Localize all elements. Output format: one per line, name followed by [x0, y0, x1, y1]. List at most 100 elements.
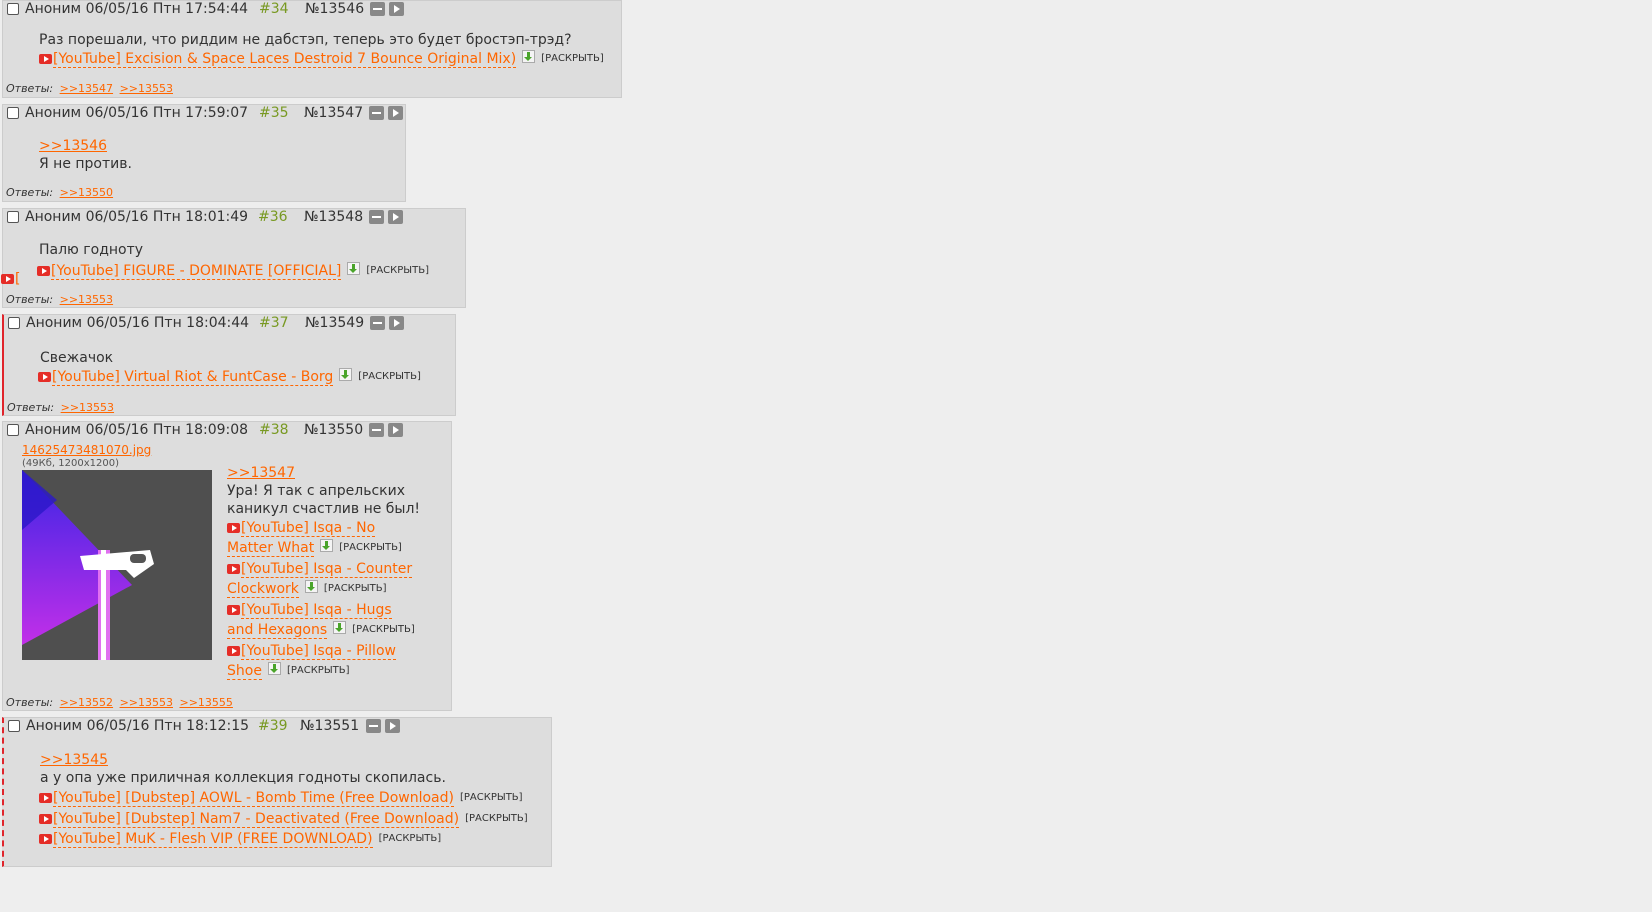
youtube-title[interactable]: [YouTube] Isqa - Pillow	[241, 643, 396, 660]
play-icon[interactable]	[389, 2, 404, 16]
post-id[interactable]: №13549	[305, 315, 364, 331]
play-icon[interactable]	[388, 106, 403, 120]
post-header: Аноним 06/05/16 Птн 18:12:15 #39 №13551	[4, 718, 551, 738]
download-icon[interactable]	[339, 368, 353, 381]
download-icon[interactable]	[320, 539, 334, 552]
hide-icon[interactable]	[369, 210, 384, 224]
quote-link[interactable]: >>13547	[227, 464, 295, 482]
youtube-title[interactable]: [YouTube] Isqa - No	[241, 520, 376, 537]
select-checkbox[interactable]	[8, 317, 20, 329]
play-icon[interactable]	[388, 423, 403, 437]
youtube-title-cont[interactable]: Shoe	[227, 663, 262, 680]
youtube-title[interactable]: [YouTube] Isqa - Hugs	[241, 602, 392, 619]
youtube-title[interactable]: [YouTube] Isqa - Counter	[241, 561, 413, 578]
expand-button[interactable]: [РАСКРЫТЬ]	[366, 265, 429, 276]
youtube-link[interactable]: [YouTube] Excision & Space Laces Destroi…	[39, 49, 604, 69]
post-datetime: 06/05/16 Птн 18:04:44	[86, 315, 250, 331]
poster-name: Аноним 06/05/16 Птн 18:04:44	[26, 315, 250, 331]
post-number[interactable]: #36	[258, 209, 288, 225]
post-13550: Аноним 06/05/16 Птн 18:09:08 #38 №13550 …	[2, 421, 452, 711]
youtube-fragment[interactable]: [	[15, 271, 20, 287]
post-header: Аноним 06/05/16 Птн 17:54:44 #34 №13546	[3, 1, 621, 21]
post-number[interactable]: #39	[258, 718, 288, 734]
youtube-link[interactable]: [YouTube] Isqa - Counter Clockwork [РАСКР…	[227, 559, 417, 599]
post-message-line: Ура! Я так с апрельских	[227, 483, 405, 499]
post-number[interactable]: #37	[259, 315, 289, 331]
post-id[interactable]: №13546	[305, 1, 364, 17]
download-icon[interactable]	[522, 50, 536, 63]
thumbnail-art	[22, 470, 154, 660]
youtube-title-cont[interactable]: and Hexagons	[227, 622, 328, 639]
reply-link[interactable]: >>13553	[61, 401, 114, 414]
youtube-icon	[227, 523, 240, 533]
expand-button[interactable]: [РАСКРЫТЬ]	[352, 624, 415, 635]
post-number[interactable]: #35	[259, 105, 289, 121]
youtube-title[interactable]: [YouTube] Virtual Riot & FuntCase - Borg	[52, 369, 334, 386]
quote-link[interactable]: >>13546	[39, 137, 107, 155]
post-number[interactable]: #38	[259, 422, 289, 438]
reply-link[interactable]: >>13550	[60, 186, 113, 199]
youtube-link[interactable]: [YouTube] FIGURE - DOMINATE [OFFICIAL] [Р…	[37, 261, 429, 281]
hide-icon[interactable]	[366, 719, 381, 733]
youtube-link[interactable]: [YouTube] Isqa - No Matter What [РАСКРЫТЬ…	[227, 518, 417, 558]
select-checkbox[interactable]	[7, 211, 19, 223]
youtube-link[interactable]: [YouTube] Virtual Riot & FuntCase - Borg…	[38, 367, 421, 387]
youtube-link[interactable]: [YouTube] MuK - Flesh VIP (FREE DOWNLOAD…	[39, 829, 441, 849]
hide-icon[interactable]	[370, 316, 385, 330]
youtube-link[interactable]: [YouTube] Isqa - Hugs and Hexagons [РАСКР…	[227, 600, 417, 640]
replies-label: Ответы:	[6, 186, 54, 199]
expand-button[interactable]: [РАСКРЫТЬ]	[339, 542, 402, 553]
hide-icon[interactable]	[369, 106, 384, 120]
hide-icon[interactable]	[370, 2, 385, 16]
reply-link[interactable]: >>13547	[60, 82, 113, 95]
poster-name: Аноним 06/05/16 Птн 17:54:44	[25, 1, 249, 17]
play-icon[interactable]	[389, 316, 404, 330]
expand-button[interactable]: [РАСКРЫТЬ]	[287, 665, 350, 676]
youtube-link[interactable]: [YouTube] Isqa - Pillow Shoe [РАСКРЫТЬ]	[227, 641, 417, 681]
reply-link[interactable]: >>13553	[120, 82, 173, 95]
youtube-title[interactable]: [YouTube] MuK - Flesh VIP (FREE DOWNLOAD…	[53, 831, 373, 848]
image-thumbnail[interactable]	[22, 470, 212, 660]
reply-link[interactable]: >>13552	[60, 696, 113, 709]
expand-button[interactable]: [РАСКРЫТЬ]	[379, 833, 442, 844]
expand-button[interactable]: [РАСКРЫТЬ]	[358, 371, 421, 382]
post-id[interactable]: №13551	[300, 718, 359, 734]
replies: Ответы: >>13553	[7, 401, 114, 414]
expand-button[interactable]: [РАСКРЫТЬ]	[460, 792, 523, 803]
poster-name: Аноним 06/05/16 Птн 17:59:07	[25, 105, 249, 121]
download-icon[interactable]	[304, 580, 318, 593]
select-checkbox[interactable]	[8, 720, 20, 732]
reply-link[interactable]: >>13553	[120, 696, 173, 709]
youtube-link[interactable]: [YouTube] [Dubstep] AOWL - Bomb Time (Fr…	[39, 788, 523, 808]
select-checkbox[interactable]	[7, 107, 19, 119]
post-number[interactable]: #34	[259, 1, 289, 17]
download-icon[interactable]	[267, 662, 281, 675]
reply-link[interactable]: >>13553	[60, 293, 113, 306]
select-checkbox[interactable]	[7, 424, 19, 436]
youtube-title-cont[interactable]: Clockwork	[227, 581, 299, 598]
play-icon[interactable]	[388, 210, 403, 224]
expand-button[interactable]: [РАСКРЫТЬ]	[324, 583, 387, 594]
download-icon[interactable]	[333, 621, 347, 634]
select-checkbox[interactable]	[7, 3, 19, 15]
youtube-link-fragment[interactable]: [	[1, 269, 20, 289]
download-icon[interactable]	[347, 262, 361, 275]
youtube-icon	[39, 54, 52, 64]
quote-link[interactable]: >>13545	[40, 751, 108, 769]
youtube-link[interactable]: [YouTube] [Dubstep] Nam7 - Deactivated (…	[39, 809, 528, 829]
post-id[interactable]: №13548	[304, 209, 363, 225]
post-id[interactable]: №13550	[304, 422, 363, 438]
file-name[interactable]: 14625473481070.jpg	[22, 443, 151, 457]
play-icon[interactable]	[385, 719, 400, 733]
reply-link[interactable]: >>13555	[180, 696, 233, 709]
hide-icon[interactable]	[369, 423, 384, 437]
post-id[interactable]: №13547	[304, 105, 363, 121]
post-datetime: 06/05/16 Птн 17:54:44	[85, 1, 249, 17]
youtube-title[interactable]: [YouTube] Excision & Space Laces Destroi…	[53, 51, 517, 68]
youtube-title-cont[interactable]: Matter What	[227, 540, 315, 557]
youtube-title[interactable]: [YouTube] [Dubstep] AOWL - Bomb Time (Fr…	[53, 790, 454, 807]
expand-button[interactable]: [РАСКРЫТЬ]	[465, 813, 528, 824]
youtube-title[interactable]: [YouTube] FIGURE - DOMINATE [OFFICIAL]	[51, 263, 342, 280]
expand-button[interactable]: [РАСКРЫТЬ]	[541, 53, 604, 64]
youtube-title[interactable]: [YouTube] [Dubstep] Nam7 - Deactivated (…	[53, 811, 460, 828]
